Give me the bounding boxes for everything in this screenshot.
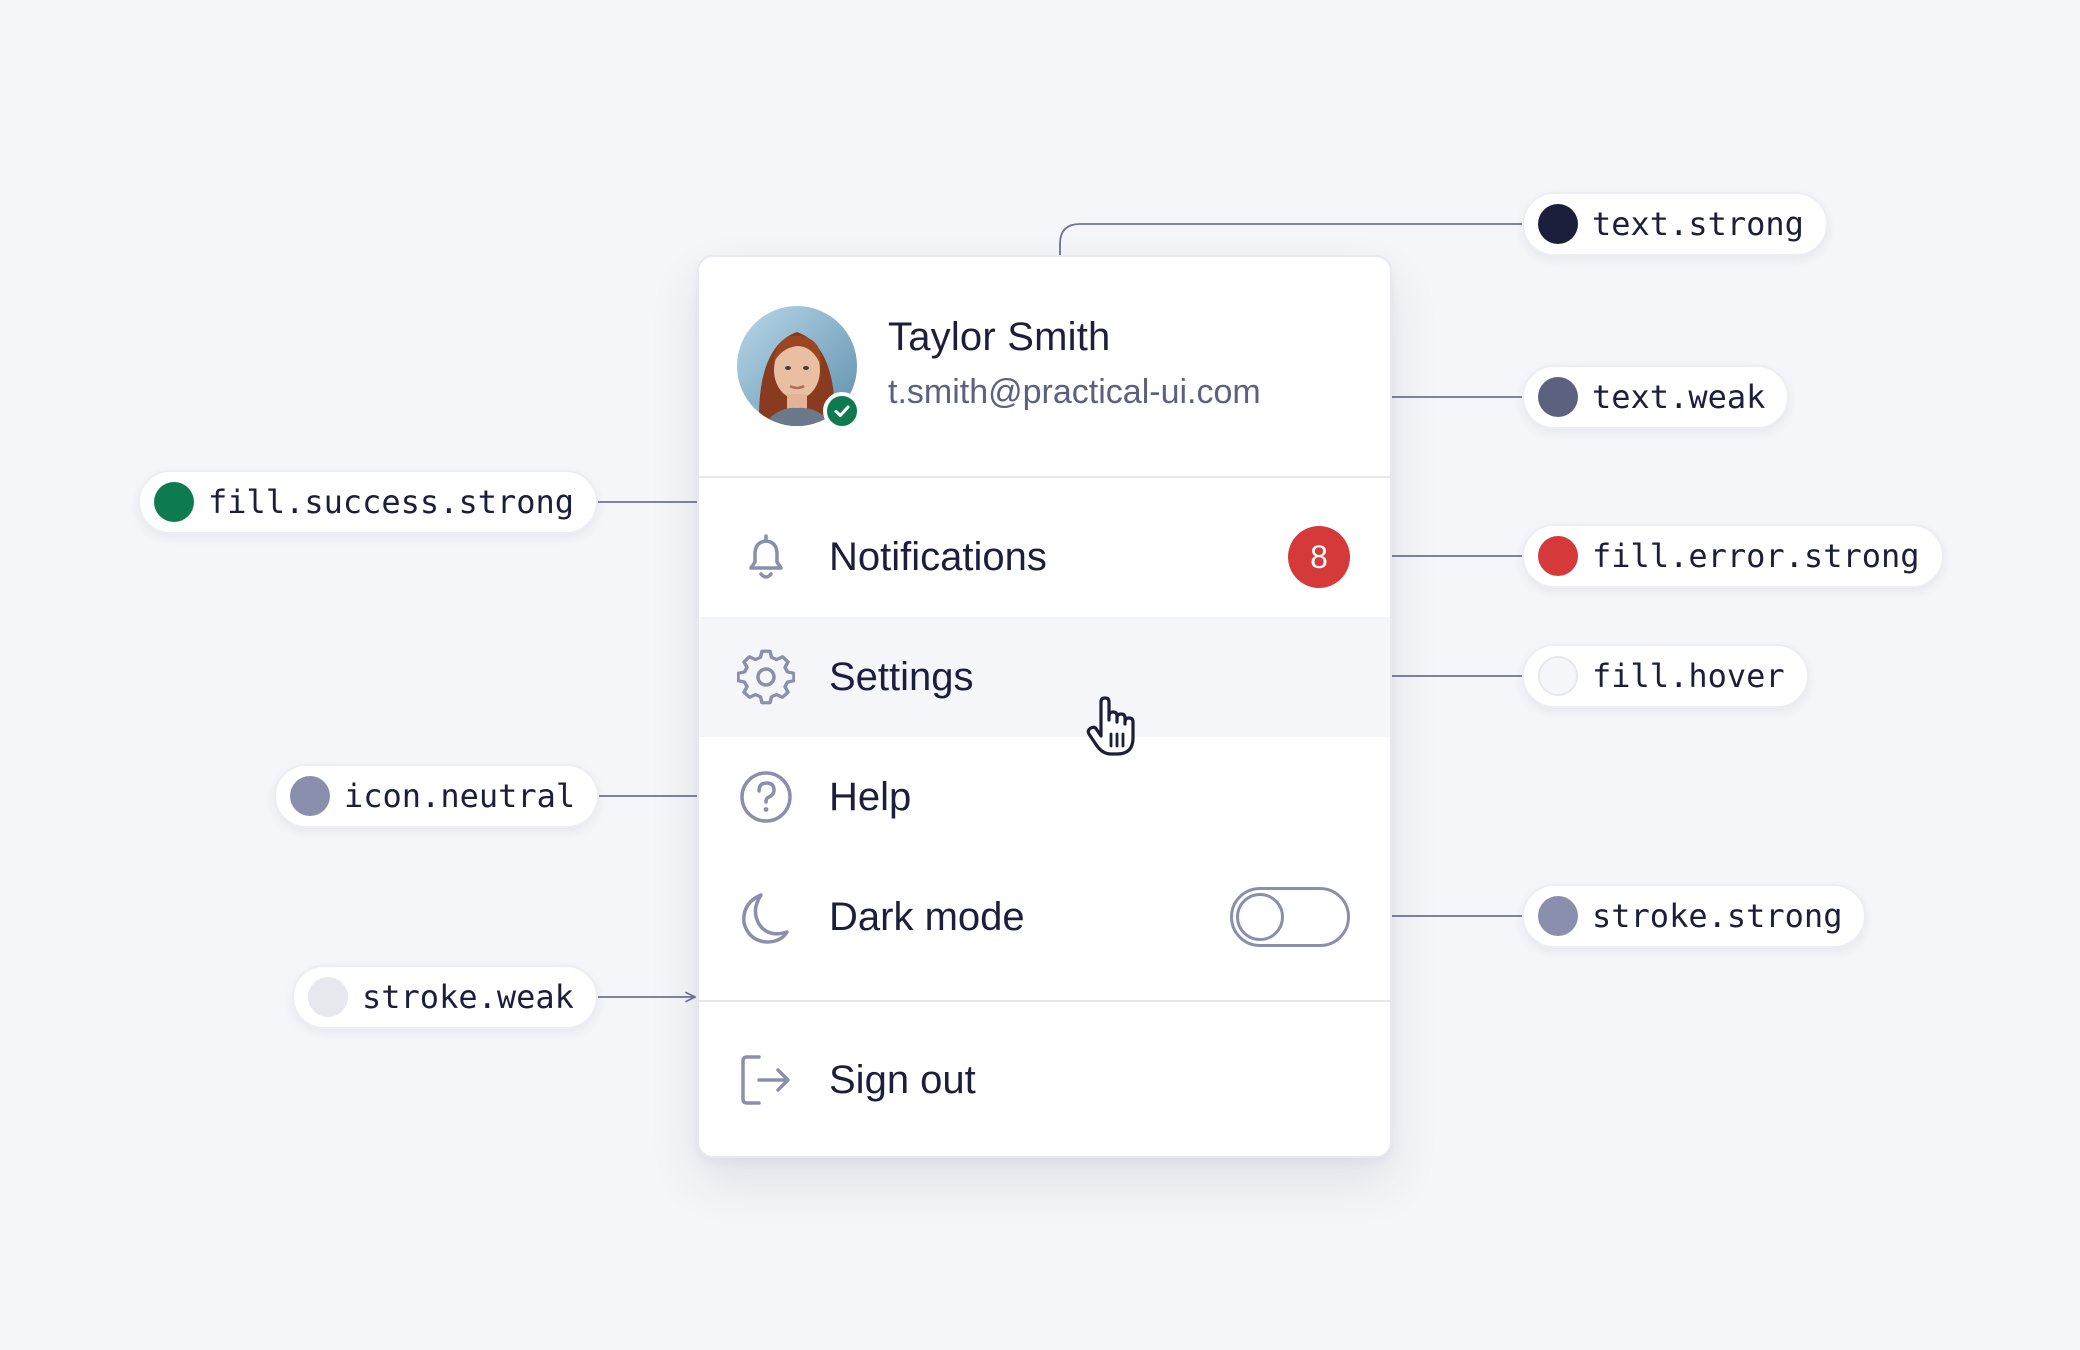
color-swatch	[1538, 536, 1578, 576]
annotation-icon-neutral: icon.neutral	[274, 764, 600, 828]
question-circle-icon	[740, 771, 792, 823]
annotation-label: fill.hover	[1592, 657, 1785, 695]
divider	[699, 476, 1390, 478]
profile-menu: Taylor Smith t.smith@practical-ui.com No…	[697, 255, 1392, 1158]
annotation-fill-success-strong: fill.success.strong	[138, 470, 599, 534]
annotation-label: icon.neutral	[344, 777, 576, 815]
sign-out-icon	[741, 1055, 790, 1105]
hand-cursor-icon	[1086, 696, 1135, 756]
color-swatch	[290, 776, 330, 816]
annotation-text-strong: text.strong	[1522, 192, 1828, 256]
menu-item-dark-mode[interactable]: Dark mode	[699, 857, 1390, 977]
annotation-label: fill.success.strong	[208, 483, 575, 521]
annotation-label: fill.error.strong	[1592, 537, 1920, 575]
color-swatch	[1538, 204, 1578, 244]
annotation-text-weak: text.weak	[1522, 365, 1790, 429]
user-name: Taylor Smith	[888, 315, 1111, 359]
menu-item-sign-out[interactable]: Sign out	[699, 1020, 1390, 1140]
dark-mode-toggle[interactable]	[1230, 887, 1350, 947]
annotation-fill-error-strong: fill.error.strong	[1522, 524, 1944, 588]
menu-item-help[interactable]: Help	[699, 737, 1390, 857]
check-icon	[834, 405, 850, 417]
annotation-fill-hover: fill.hover	[1522, 644, 1809, 708]
gear-icon	[737, 649, 795, 705]
annotation-stroke-weak: stroke.weak	[292, 965, 598, 1029]
annotation-label: stroke.strong	[1592, 897, 1843, 935]
notification-count-badge: 8	[1288, 526, 1350, 588]
color-swatch	[1538, 896, 1578, 936]
avatar[interactable]	[737, 306, 861, 430]
menu-label: Notifications	[829, 534, 1047, 579]
menu-item-notifications[interactable]: Notifications 8	[699, 497, 1390, 617]
menu-label: Sign out	[829, 1057, 976, 1102]
annotation-label: text.strong	[1592, 205, 1804, 243]
bell-icon	[749, 534, 783, 579]
menu-label: Dark mode	[829, 894, 1025, 939]
user-email: t.smith@practical-ui.com	[888, 373, 1261, 411]
annotation-stroke-strong: stroke.strong	[1522, 884, 1867, 948]
menu-item-settings[interactable]: Settings	[699, 617, 1390, 737]
divider	[699, 1000, 1390, 1002]
annotation-label: stroke.weak	[362, 978, 574, 1016]
color-swatch	[308, 977, 348, 1017]
color-swatch	[1538, 656, 1578, 696]
menu-label: Help	[829, 774, 912, 819]
toggle-knob	[1236, 893, 1284, 941]
verified-badge	[823, 392, 861, 430]
moon-icon	[742, 893, 789, 944]
annotation-label: text.weak	[1592, 378, 1766, 416]
profile-header: Taylor Smith t.smith@practical-ui.com	[699, 257, 1390, 477]
menu-label: Settings	[829, 654, 974, 699]
color-swatch	[1538, 377, 1578, 417]
color-swatch	[154, 482, 194, 522]
